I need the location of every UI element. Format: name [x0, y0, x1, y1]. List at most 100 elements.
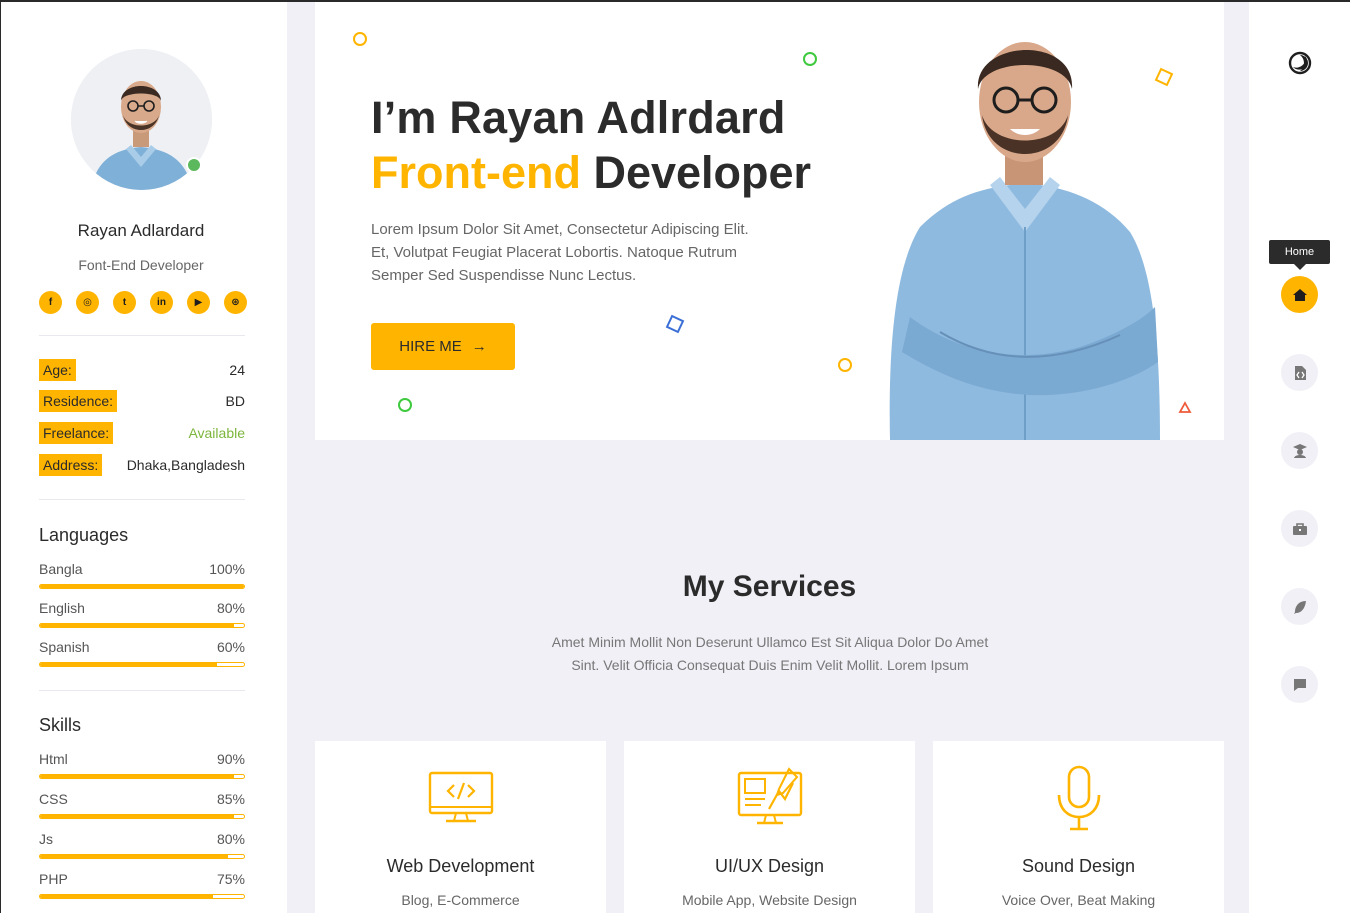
- bar-percent: 75%: [216, 871, 245, 887]
- progress-fill: [40, 624, 234, 627]
- skill-bar: PHP 75%: [39, 871, 245, 899]
- circle-shape-icon: [803, 52, 817, 66]
- social-links: f ◎ t in ▶ ⊛: [39, 291, 247, 314]
- service-card-sound-design[interactable]: Sound Design Voice Over, Beat Making: [933, 741, 1224, 913]
- progress-fill: [40, 585, 244, 588]
- bar-percent: 90%: [216, 751, 245, 767]
- circle-shape-icon: [838, 358, 852, 372]
- bar-percent: 100%: [209, 561, 245, 577]
- info-value: 24: [229, 362, 245, 378]
- service-title: Web Development: [386, 856, 535, 876]
- info-value: Dhaka,Bangladesh: [126, 457, 245, 473]
- skill-bar: Js 80%: [39, 831, 245, 859]
- dribbble-icon[interactable]: ⊛: [224, 291, 247, 314]
- skill-bar: Html 90%: [39, 751, 245, 779]
- info-value: BD: [225, 393, 245, 409]
- language-bar: Bangla 100%: [39, 561, 245, 589]
- progress-track: [39, 854, 245, 859]
- service-card-web-development[interactable]: Web Development Blog, E-Commerce: [315, 741, 606, 913]
- bar-label: Spanish: [39, 639, 90, 655]
- language-bar: Spanish 60%: [39, 639, 245, 667]
- bar-percent: 85%: [216, 791, 245, 807]
- info-label: Age:: [39, 359, 76, 381]
- progress-fill: [40, 775, 234, 778]
- services-description: Amet Minim Mollit Non Deserunt Ullamco E…: [551, 634, 989, 673]
- service-title: Sound Design: [1021, 856, 1136, 876]
- service-title: UI/UX Design: [714, 856, 825, 876]
- progress-track: [39, 584, 245, 589]
- bar-label: CSS: [39, 791, 68, 807]
- hire-me-button[interactable]: HIRE ME →: [371, 323, 515, 370]
- profile-role: Font-End Developer: [78, 257, 204, 273]
- languages-title: Languages: [39, 525, 129, 545]
- feather-icon: [1293, 600, 1306, 614]
- info-row-age: Age: 24: [39, 359, 245, 381]
- progress-fill: [40, 663, 218, 666]
- info-row-freelance: Freelance: Available: [39, 422, 245, 444]
- bar-label: PHP: [39, 871, 68, 887]
- monitor-code-icon: [428, 771, 494, 823]
- triangle-shape-icon: [1178, 401, 1192, 413]
- bar-label: English: [39, 600, 85, 616]
- code-file-icon: [1294, 365, 1306, 380]
- info-label: Freelance:: [39, 422, 114, 444]
- hero-photo: [889, 42, 1160, 440]
- linkedin-icon[interactable]: in: [150, 291, 173, 314]
- info-label: Residence:: [39, 390, 118, 412]
- progress-fill: [40, 815, 234, 818]
- twitter-icon[interactable]: t: [113, 291, 136, 314]
- home-icon: [1292, 288, 1307, 301]
- info-row-residence: Residence: BD: [39, 390, 245, 412]
- facebook-icon[interactable]: f: [39, 291, 62, 314]
- online-status-dot: [186, 157, 202, 173]
- chat-icon: [1293, 678, 1306, 691]
- nav-education-button[interactable]: [1281, 432, 1318, 469]
- right-navigation: Home: [1249, 2, 1350, 913]
- bar-label: Html: [39, 751, 68, 767]
- hero-description: Lorem Ipsum Dolor Sit Amet, Consectetur …: [371, 221, 749, 284]
- info-row-address: Address: Dhaka,Bangladesh: [39, 454, 245, 476]
- arrow-right-icon: →: [471, 338, 487, 355]
- theme-toggle-icon[interactable]: [1287, 50, 1313, 76]
- divider: [39, 690, 245, 691]
- circle-shape-icon: [398, 398, 412, 412]
- hero-accent-text: Front-end: [371, 147, 581, 198]
- hero-rest-text: Developer: [580, 147, 812, 198]
- nav-experience-button[interactable]: [1281, 510, 1318, 547]
- info-label: Address:: [39, 454, 103, 476]
- progress-track: [39, 774, 245, 779]
- square-shape-icon: [665, 314, 685, 334]
- nav-home-button[interactable]: [1281, 276, 1318, 313]
- bar-percent: 60%: [216, 639, 245, 655]
- hero-subheading: Front-end Developer: [371, 147, 811, 199]
- divider: [39, 335, 245, 336]
- nav-tooltip: Home: [1269, 240, 1330, 270]
- service-subtitle: Blog, E-Commerce: [401, 892, 520, 908]
- bar-label: Bangla: [39, 561, 83, 577]
- profile-name: Rayan Adlardard: [77, 221, 205, 240]
- bar-percent: 80%: [216, 600, 245, 616]
- briefcase-icon: [1292, 522, 1307, 535]
- nav-contact-button[interactable]: [1281, 666, 1318, 703]
- avatar-wrapper: [71, 49, 212, 190]
- hero-heading: I’m Rayan Adlrdard: [371, 92, 786, 143]
- info-value-available: Available: [188, 425, 245, 441]
- nav-portfolio-button[interactable]: [1281, 354, 1318, 391]
- service-subtitle: Voice Over, Beat Making: [1001, 892, 1156, 908]
- graduate-icon: [1292, 443, 1307, 458]
- progress-track: [39, 894, 245, 899]
- microphone-icon: [1057, 765, 1101, 831]
- progress-track: [39, 814, 245, 819]
- nav-blog-button[interactable]: [1281, 588, 1318, 625]
- progress-fill: [40, 895, 214, 898]
- youtube-icon[interactable]: ▶: [187, 291, 210, 314]
- instagram-icon[interactable]: ◎: [76, 291, 99, 314]
- services-title: My Services: [682, 570, 857, 603]
- service-subtitle: Mobile App, Website Design: [682, 892, 857, 908]
- bar-label: Js: [39, 831, 53, 847]
- profile-sidebar: Rayan Adlardard Font-End Developer f ◎ t…: [0, 2, 287, 913]
- progress-track: [39, 662, 245, 667]
- progress-fill: [40, 855, 228, 858]
- service-card-ui-ux-design[interactable]: UI/UX Design Mobile App, Website Design: [624, 741, 915, 913]
- hero-section: I’m Rayan Adlrdard Front-end Developer L…: [315, 2, 1224, 440]
